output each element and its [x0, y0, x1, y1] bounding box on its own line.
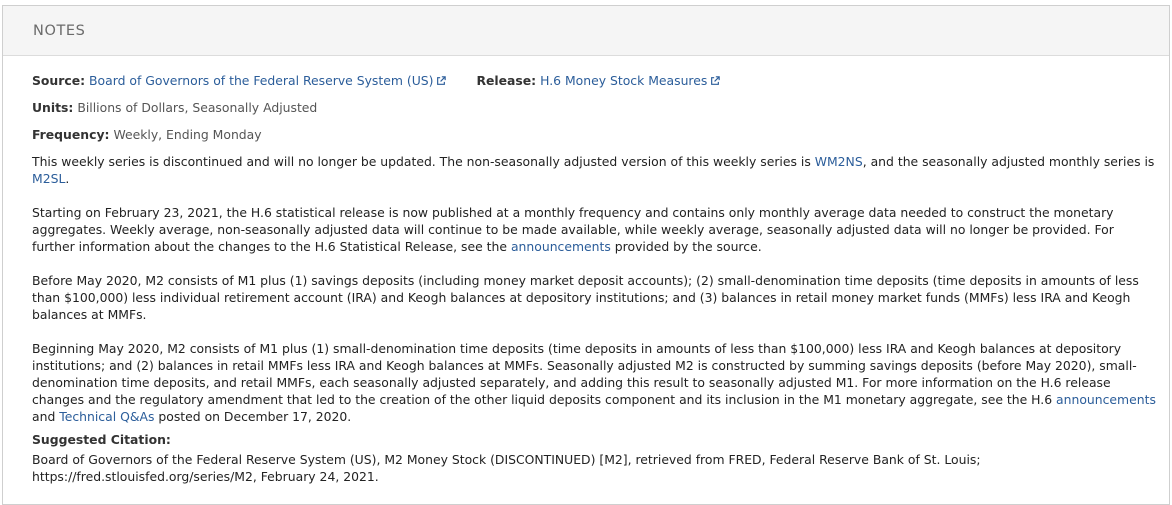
source-release-row: Source: Board of Governors of the Federa…	[32, 72, 1157, 89]
source-link-text: Board of Governors of the Federal Reserv…	[89, 73, 434, 88]
note-text: posted on December 17, 2020.	[154, 409, 352, 424]
note-text: This weekly series is discontinued and w…	[32, 154, 815, 169]
note-text: provided by the source.	[610, 239, 762, 254]
release-link-text: H.6 Money Stock Measures	[540, 73, 708, 88]
note-text: and	[32, 409, 60, 424]
units-value: Billions of Dollars, Seasonally Adjusted	[77, 100, 318, 115]
external-link-icon	[437, 76, 447, 85]
note-paragraph-3: Before May 2020, M2 consists of M1 plus …	[32, 273, 1139, 322]
source-link[interactable]: Board of Governors of the Federal Reserv…	[89, 73, 447, 88]
notes-body: Source: Board of Governors of the Federa…	[3, 56, 1169, 485]
announcements-link-2[interactable]: announcements	[1056, 392, 1156, 407]
notes-title: NOTES	[33, 22, 86, 39]
citation-text: Board of Governors of the Federal Reserv…	[32, 452, 981, 484]
citation-label: Suggested Citation:	[32, 432, 171, 447]
notes-header: NOTES	[3, 6, 1169, 56]
source-label: Source:	[32, 73, 86, 88]
note-paragraph-1: This weekly series is discontinued and w…	[32, 153, 1157, 187]
frequency-row: Frequency: Weekly, Ending Monday	[32, 126, 1157, 143]
technical-qas-link[interactable]: Technical Q&As	[59, 409, 154, 424]
note-text: .	[65, 171, 70, 186]
notes-panel: NOTES Source: Board of Governors of the …	[2, 5, 1170, 505]
announcements-link[interactable]: announcements	[511, 239, 611, 254]
note-paragraph-4: Beginning May 2020, M2 consists of M1 pl…	[32, 340, 1157, 425]
frequency-value: Weekly, Ending Monday	[113, 127, 262, 142]
note-text: , and the seasonally adjusted monthly se…	[862, 154, 1155, 169]
external-link-icon	[711, 76, 721, 85]
release-label: Release:	[476, 73, 537, 88]
note-paragraph-2: Starting on February 23, 2021, the H.6 s…	[32, 204, 1157, 255]
note-text: Beginning May 2020, M2 consists of M1 pl…	[32, 341, 1137, 407]
frequency-label: Frequency:	[32, 127, 110, 142]
units-label: Units:	[32, 100, 74, 115]
m2sl-link[interactable]: M2SL	[32, 171, 65, 186]
release-link[interactable]: H.6 Money Stock Measures	[540, 73, 721, 88]
units-row: Units: Billions of Dollars, Seasonally A…	[32, 99, 1157, 116]
wm2ns-link[interactable]: WM2NS	[815, 154, 863, 169]
